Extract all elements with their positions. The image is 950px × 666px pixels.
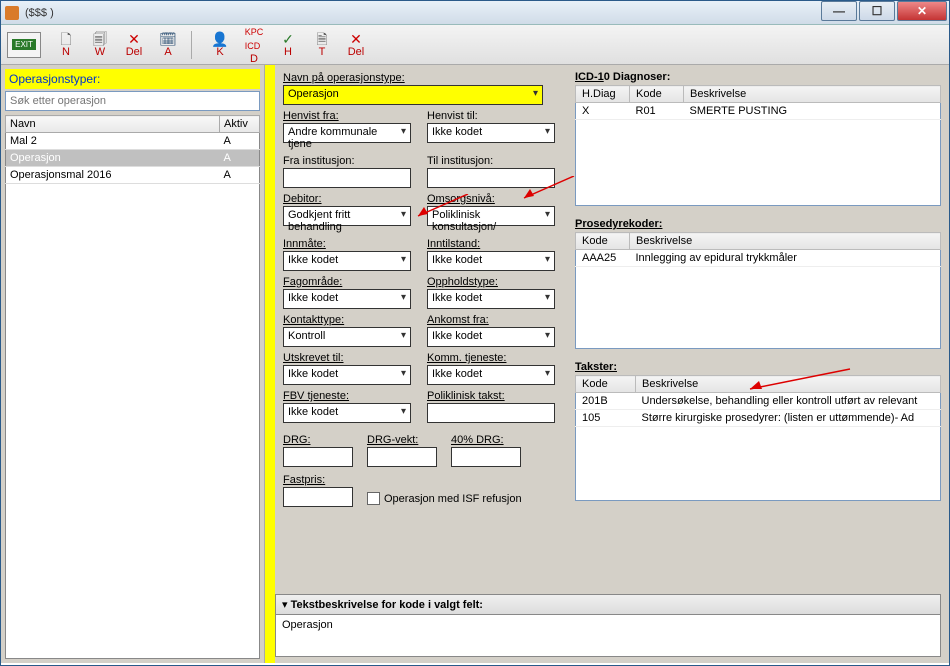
drg40-input[interactable] [451, 447, 521, 467]
col-beskr[interactable]: Beskrivelse [636, 376, 941, 393]
komm-combo[interactable]: Ikke kodet [427, 365, 555, 385]
table-row[interactable]: Operasjonsmal 2016 A [6, 167, 260, 184]
inntilstand-combo[interactable]: Ikke kodet [427, 251, 555, 271]
close-button[interactable]: ✕ [897, 1, 947, 21]
col-hdiag[interactable]: H.Diag [576, 86, 630, 103]
henvist-fra-label: Henvist fra: [283, 109, 419, 123]
fagomrade-label: Fagområde: [283, 275, 419, 289]
col-navn[interactable]: Navn [6, 116, 220, 133]
toolbar-t[interactable]: 🗎T [307, 29, 337, 61]
col-aktiv[interactable]: Aktiv [220, 116, 260, 133]
isf-checkbox[interactable] [367, 492, 380, 505]
window-title: ($$$ ) [25, 7, 54, 19]
utskrevet-label: Utskrevet til: [283, 351, 419, 365]
right-panel: ICD-10 Diagnoser: H.Diag Kode Beskrivels… [571, 65, 949, 590]
toolbar-k[interactable]: 👤K [205, 29, 235, 61]
inntilstand-label: Inntilstand: [427, 237, 563, 251]
col-beskr[interactable]: Beskrivelse [684, 86, 941, 103]
app-window: ($$$ ) — ☐ ✕ EXIT 🗋N 🗐W ✕Del 🗓A 👤K KPCIC… [0, 0, 950, 666]
col-kode[interactable]: Kode [576, 233, 630, 250]
minimize-button[interactable]: — [821, 1, 857, 21]
toolbar-del[interactable]: ✕Del [119, 29, 149, 61]
exit-button[interactable]: EXIT [7, 32, 41, 58]
fra-inst-input[interactable] [283, 168, 411, 188]
template-list[interactable]: Navn Aktiv Mal 2 A Operasjon A Operasjon… [5, 115, 260, 184]
innmate-label: Innmåte: [283, 237, 419, 251]
henvist-til-combo[interactable]: Ikke kodet [427, 123, 555, 143]
drg-vekt-input[interactable] [367, 447, 437, 467]
drg40-label: 40% DRG: [451, 433, 521, 447]
fagomrade-combo[interactable]: Ikke kodet [283, 289, 411, 309]
search-input[interactable] [5, 91, 260, 111]
fbv-combo[interactable]: Ikke kodet [283, 403, 411, 423]
description-body: Operasjon [275, 615, 941, 657]
icd-title: ICD-10 Diagnoser: [575, 71, 941, 83]
ankomst-label: Ankomst fra: [427, 313, 563, 327]
chevron-down-icon: ▾ [282, 599, 288, 611]
utskrevet-combo[interactable]: Ikke kodet [283, 365, 411, 385]
innmate-combo[interactable]: Ikke kodet [283, 251, 411, 271]
maximize-button[interactable]: ☐ [859, 1, 895, 21]
template-list-empty [5, 184, 260, 659]
toolbar-h[interactable]: ✓H [273, 29, 303, 61]
yellow-strip [265, 65, 275, 663]
name-input[interactable]: Operasjon [283, 85, 543, 105]
col-kode[interactable]: Kode [576, 376, 636, 393]
icd-grid[interactable]: H.Diag Kode Beskrivelse X R01 SMERTE PUS… [575, 85, 941, 120]
kontakttype-label: Kontakttype: [283, 313, 419, 327]
middle-panel: Navn på operasjonstype: Operasjon Henvis… [275, 65, 571, 590]
omsorg-label: Omsorgsnivå: [427, 192, 563, 206]
isf-label: Operasjon med ISF refusjon [384, 493, 522, 505]
henvist-fra-combo[interactable]: Andre kommunale tjene [283, 123, 411, 143]
toolbar-n[interactable]: 🗋N [51, 29, 81, 61]
col-beskr[interactable]: Beskrivelse [630, 233, 941, 250]
fra-inst-label: Fra institusjon: [283, 154, 419, 168]
table-row[interactable]: 105 Større kirurgiske prosedyrer: (liste… [576, 410, 941, 427]
description-header[interactable]: ▾ Tekstbeskrivelse for kode i valgt felt… [275, 594, 941, 615]
operation-types-header: Operasjonstyper: [5, 69, 260, 89]
toolbar-d[interactable]: KPCICDD [239, 29, 269, 61]
app-icon [5, 6, 19, 20]
toolbar: EXIT 🗋N 🗐W ✕Del 🗓A 👤K KPCICDD ✓H 🗎T ✕Del [1, 25, 949, 65]
kontakttype-combo[interactable]: Kontroll [283, 327, 411, 347]
politakst-label: Poliklinisk takst: [427, 389, 563, 403]
til-inst-label: Til institusjon: [427, 154, 563, 168]
col-kode[interactable]: Kode [630, 86, 684, 103]
drg-input[interactable] [283, 447, 353, 467]
drg-vekt-label: DRG-vekt: [367, 433, 437, 447]
fastpris-label: Fastpris: [283, 473, 353, 487]
debitor-label: Debitor: [283, 192, 419, 206]
fbv-label: FBV tjeneste: [283, 389, 419, 403]
toolbar-del2[interactable]: ✕Del [341, 29, 371, 61]
takst-grid[interactable]: Kode Beskrivelse 201B Undersøkelse, beha… [575, 375, 941, 427]
oppholdstype-label: Oppholdstype: [427, 275, 563, 289]
pros-title: Prosedyrekoder: [575, 218, 941, 230]
ankomst-combo[interactable]: Ikke kodet [427, 327, 555, 347]
table-row[interactable]: Mal 2 A [6, 133, 260, 150]
pros-grid[interactable]: Kode Beskrivelse AAA25 Innlegging av epi… [575, 232, 941, 267]
henvist-til-label: Henvist til: [427, 109, 563, 123]
table-row[interactable]: AAA25 Innlegging av epidural trykkmåler [576, 250, 941, 267]
titlebar: ($$$ ) — ☐ ✕ [1, 1, 949, 25]
toolbar-a[interactable]: 🗓A [153, 29, 183, 61]
takst-title: Takster: [575, 361, 941, 373]
omsorg-combo[interactable]: Poliklinisk konsultasjon/ [427, 206, 555, 226]
politakst-input[interactable] [427, 403, 555, 423]
til-inst-input[interactable] [427, 168, 555, 188]
table-row[interactable]: 201B Undersøkelse, behandling eller kont… [576, 393, 941, 410]
left-panel: Operasjonstyper: Navn Aktiv Mal 2 A Oper… [1, 65, 265, 663]
table-row[interactable]: X R01 SMERTE PUSTING [576, 103, 941, 120]
toolbar-w[interactable]: 🗐W [85, 29, 115, 61]
drg-label: DRG: [283, 433, 353, 447]
oppholdstype-combo[interactable]: Ikke kodet [427, 289, 555, 309]
debitor-combo[interactable]: Godkjent fritt behandling [283, 206, 411, 226]
komm-label: Komm. tjeneste: [427, 351, 563, 365]
table-row[interactable]: Operasjon A [6, 150, 260, 167]
name-label: Navn på operasjonstype: [283, 71, 563, 85]
fastpris-input[interactable] [283, 487, 353, 507]
